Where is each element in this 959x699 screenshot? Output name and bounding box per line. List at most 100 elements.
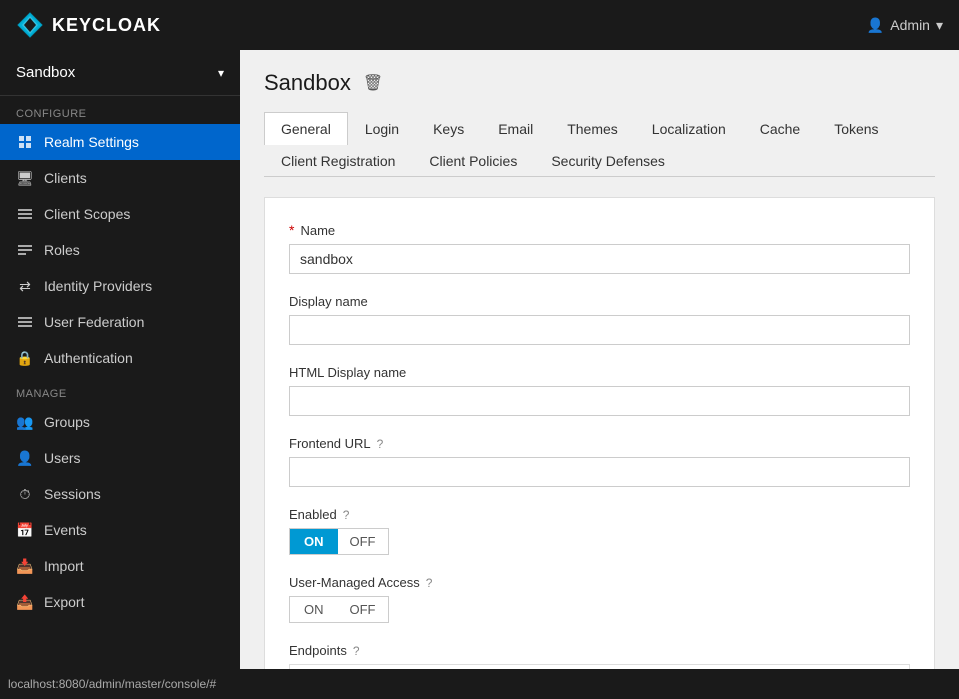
tab-client-registration[interactable]: Client Registration	[264, 144, 412, 177]
realm-selector[interactable]: Sandbox ▾	[0, 50, 240, 96]
sidebar-item-roles-label: Roles	[44, 242, 80, 258]
sidebar-item-authentication[interactable]: 🔒 Authentication	[0, 340, 240, 376]
configure-section-label: Configure	[0, 96, 240, 124]
tab-general[interactable]: General	[264, 112, 348, 145]
sidebar-item-realm-settings[interactable]: Realm Settings	[0, 124, 240, 160]
name-label: * Name	[289, 222, 910, 238]
sidebar: Sandbox ▾ Configure Realm Settings 🖥 Cli…	[0, 50, 240, 669]
authentication-icon: 🔒	[16, 349, 34, 367]
display-name-field-group: Display name	[289, 294, 910, 345]
frontend-url-input[interactable]	[289, 457, 910, 487]
sidebar-item-identity-providers[interactable]: ⇄ Identity Providers	[0, 268, 240, 304]
sidebar-item-realm-settings-label: Realm Settings	[44, 134, 139, 150]
users-icon: 👤	[16, 449, 34, 467]
import-icon: 📥	[16, 557, 34, 575]
sessions-icon: ⏱	[16, 485, 34, 503]
user-name: Admin	[890, 17, 930, 33]
name-field-group: * Name	[289, 222, 910, 274]
keycloak-logo-icon	[16, 11, 44, 39]
enabled-toggle[interactable]: ON OFF	[289, 528, 389, 555]
sidebar-item-roles[interactable]: Roles	[0, 232, 240, 268]
enabled-field-group: Enabled ? ON OFF	[289, 507, 910, 555]
endpoints-field-group: Endpoints ? OpenID Endpoint Configuratio…	[289, 643, 910, 669]
logo: KEYCLOAK	[16, 11, 161, 39]
enabled-label-text: Enabled	[289, 507, 337, 522]
tab-themes[interactable]: Themes	[550, 112, 635, 145]
identity-providers-icon: ⇄	[16, 277, 34, 295]
html-display-name-label-text: HTML Display name	[289, 365, 406, 380]
bottom-url: localhost:8080/admin/master/console/#	[8, 677, 216, 691]
user-managed-access-field-group: User-Managed Access ? ON OFF	[289, 575, 910, 623]
user-managed-access-toggle-on[interactable]: ON	[290, 597, 338, 622]
client-scopes-icon	[16, 205, 34, 223]
sidebar-item-sessions[interactable]: ⏱ Sessions	[0, 476, 240, 512]
sidebar-item-user-federation[interactable]: User Federation	[0, 304, 240, 340]
frontend-url-label: Frontend URL ?	[289, 436, 910, 451]
endpoints-label-text: Endpoints	[289, 643, 347, 658]
user-federation-icon	[16, 313, 34, 331]
sidebar-item-export[interactable]: 📤 Export	[0, 584, 240, 620]
tab-security-defenses[interactable]: Security Defenses	[534, 144, 682, 177]
enabled-label: Enabled ?	[289, 507, 910, 522]
realm-settings-icon	[16, 133, 34, 151]
tab-login[interactable]: Login	[348, 112, 416, 145]
html-display-name-field-group: HTML Display name	[289, 365, 910, 416]
required-star: *	[289, 222, 294, 238]
user-managed-access-label-text: User-Managed Access	[289, 575, 420, 590]
display-name-label-text: Display name	[289, 294, 368, 309]
form-panel: * Name Display name HTML Display name	[264, 197, 935, 669]
user-managed-access-label: User-Managed Access ?	[289, 575, 910, 590]
user-managed-access-toggle[interactable]: ON OFF	[289, 596, 389, 623]
tabs: General Login Keys Email Themes Localiza…	[264, 112, 935, 177]
sidebar-item-client-scopes-label: Client Scopes	[44, 206, 130, 222]
endpoints-help-icon: ?	[353, 644, 360, 658]
clients-icon: 🖥	[16, 169, 34, 187]
manage-section-label: Manage	[0, 376, 240, 404]
sidebar-item-events[interactable]: 📅 Events	[0, 512, 240, 548]
delete-realm-icon[interactable]: 🗑	[363, 73, 383, 93]
sidebar-item-import[interactable]: 📥 Import	[0, 548, 240, 584]
content-area: Sandbox 🗑 General Login Keys Email Theme…	[240, 50, 959, 669]
user-menu[interactable]: 👤 Admin ▾	[867, 17, 943, 34]
tab-localization[interactable]: Localization	[635, 112, 743, 145]
enabled-toggle-on[interactable]: ON	[290, 529, 338, 554]
sidebar-item-groups-label: Groups	[44, 414, 90, 430]
tab-keys[interactable]: Keys	[416, 112, 481, 145]
groups-icon: 👥	[16, 413, 34, 431]
events-icon: 📅	[16, 521, 34, 539]
sidebar-item-user-federation-label: User Federation	[44, 314, 144, 330]
sidebar-item-identity-providers-label: Identity Providers	[44, 278, 152, 294]
sidebar-item-clients[interactable]: 🖥 Clients	[0, 160, 240, 196]
name-input[interactable]	[289, 244, 910, 274]
realm-name: Sandbox	[16, 64, 75, 81]
tab-cache[interactable]: Cache	[743, 112, 817, 145]
user-managed-access-toggle-off[interactable]: OFF	[338, 597, 388, 622]
sidebar-item-client-scopes[interactable]: Client Scopes	[0, 196, 240, 232]
enabled-toggle-off[interactable]: OFF	[338, 529, 388, 554]
export-icon: 📤	[16, 593, 34, 611]
top-nav: KEYCLOAK 👤 Admin ▾	[0, 0, 959, 50]
sidebar-item-users[interactable]: 👤 Users	[0, 440, 240, 476]
sidebar-item-events-label: Events	[44, 522, 87, 538]
sidebar-item-export-label: Export	[44, 594, 84, 610]
sidebar-item-clients-label: Clients	[44, 170, 87, 186]
realm-chevron-icon: ▾	[218, 66, 224, 80]
tab-tokens[interactable]: Tokens	[817, 112, 895, 145]
tab-client-policies[interactable]: Client Policies	[412, 144, 534, 177]
user-icon: 👤	[867, 17, 884, 34]
frontend-url-field-group: Frontend URL ?	[289, 436, 910, 487]
tab-email[interactable]: Email	[481, 112, 550, 145]
html-display-name-input[interactable]	[289, 386, 910, 416]
sidebar-item-import-label: Import	[44, 558, 84, 574]
name-label-text: Name	[300, 223, 335, 238]
display-name-input[interactable]	[289, 315, 910, 345]
frontend-url-label-text: Frontend URL	[289, 436, 371, 451]
user-chevron-icon: ▾	[936, 17, 943, 34]
roles-icon	[16, 241, 34, 259]
sidebar-item-sessions-label: Sessions	[44, 486, 101, 502]
sidebar-item-authentication-label: Authentication	[44, 350, 133, 366]
page-title: Sandbox	[264, 70, 351, 96]
user-managed-access-help-icon: ?	[426, 576, 433, 590]
sidebar-item-groups[interactable]: 👥 Groups	[0, 404, 240, 440]
enabled-help-icon: ?	[343, 508, 350, 522]
